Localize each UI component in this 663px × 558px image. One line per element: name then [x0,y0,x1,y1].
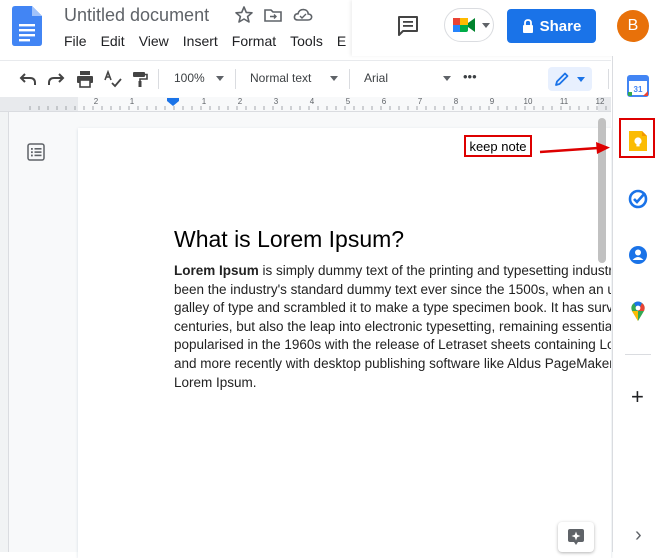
more-options-button[interactable]: ••• [463,69,477,84]
meet-button[interactable] [444,8,494,42]
ruler-label: 1 [129,97,135,106]
contacts-icon[interactable] [627,244,649,266]
document-outline-icon[interactable] [26,142,46,162]
formatting-toolbar: 100% Normal text Arial ••• [0,60,611,98]
print-icon[interactable] [76,70,94,88]
style-chevron-icon[interactable] [330,76,338,81]
ruler-label: 12 [595,97,605,106]
side-panel: 31 + › [612,56,663,552]
menu-tools[interactable]: Tools [290,33,323,53]
lock-icon [522,19,533,33]
menu-view[interactable]: View [139,33,169,53]
ruler-label: 11 [559,97,569,106]
body-line: Lorem Ipsum. [174,374,257,390]
menu-insert[interactable]: Insert [183,33,218,53]
keep-note-callout: keep note [464,135,532,157]
menu-edit[interactable]: Edit [101,33,125,53]
move-folder-icon[interactable] [263,5,283,25]
star-icon[interactable] [234,5,254,25]
meet-chevron-icon [482,23,490,28]
vertical-ruler[interactable] [0,112,9,552]
pencil-icon [555,72,569,86]
maps-icon[interactable] [627,300,649,322]
paint-format-icon[interactable] [131,70,149,88]
document-canvas: keep note What is Lorem Ipsum? Lorem Ips… [0,112,611,558]
tasks-icon[interactable] [627,188,649,210]
svg-text:31: 31 [634,85,643,94]
ruler-label: 7 [417,97,423,106]
indent-marker-icon [167,98,179,106]
menu-file[interactable]: File [64,33,87,53]
body-line: centuries, but also the leap into electr… [174,318,611,334]
body-line: Lorem Ipsum is simply dummy text of the … [174,263,611,278]
header-actions: Share B [352,0,663,56]
share-button[interactable]: Share [507,9,596,43]
toolbar-divider [608,69,609,89]
keep-icon[interactable] [628,130,648,152]
ruler-label: 3 [273,97,279,106]
horizontal-ruler[interactable]: 2 1 1 2 3 4 5 6 7 8 9 10 11 12 [0,97,611,112]
chevron-right-icon[interactable]: › [635,524,642,547]
add-icon[interactable]: + [631,386,644,408]
cloud-status-icon[interactable] [293,5,313,25]
document-title[interactable]: Untitled document [64,5,209,26]
font-chevron-icon[interactable] [443,76,451,81]
ruler-label: 9 [489,97,495,106]
toolbar-divider [158,69,159,89]
explore-button[interactable] [558,522,594,552]
document-heading[interactable]: What is Lorem Ipsum? [174,226,404,253]
undo-icon[interactable] [19,70,37,88]
document-body[interactable]: Lorem Ipsum is simply dummy text of the … [174,262,611,392]
mode-chevron-icon [577,77,585,82]
calendar-icon[interactable]: 31 [627,75,649,97]
toolbar-divider [349,69,350,89]
body-line: popularised in the 1960s with the releas… [174,337,611,353]
body-line: galley of type and scrambled it to make … [174,300,611,316]
redo-icon[interactable] [47,70,65,88]
ruler-label: 6 [381,97,387,106]
ruler-label: 8 [453,97,459,106]
account-avatar[interactable]: B [617,10,649,42]
ruler-ticks [0,97,611,111]
annotation-arrow [539,142,610,154]
meet-icon [453,18,475,32]
editing-mode-button[interactable] [548,67,592,91]
document-page[interactable]: keep note What is Lorem Ipsum? Lorem Ips… [78,128,611,558]
side-panel-divider [625,354,651,355]
toolbar-divider [235,69,236,89]
ruler-label: 4 [309,97,315,106]
menu-bar: File Edit View Insert Format Tools E [64,33,352,53]
font-select[interactable]: Arial [364,71,388,85]
share-label: Share [539,17,582,35]
zoom-select[interactable]: 100% [174,71,205,85]
paragraph-style-select[interactable]: Normal text [250,71,311,85]
ruler-label: 10 [523,97,533,106]
ruler-label: 2 [237,97,243,106]
comment-history-icon[interactable] [396,14,420,38]
explore-sparkle-icon [568,529,584,545]
bold-lead: Lorem Ipsum [174,263,259,278]
menu-extensions[interactable]: E [337,33,346,53]
menu-format[interactable]: Format [232,33,276,53]
ruler-label: 2 [93,97,99,106]
spell-check-icon[interactable] [104,70,122,88]
body-line: and more recently with desktop publishin… [174,355,611,371]
body-line: been the industry's standard dummy text … [174,281,611,297]
ruler-label: 5 [345,97,351,106]
ruler-label: 1 [201,97,207,106]
zoom-chevron-icon[interactable] [216,76,224,81]
